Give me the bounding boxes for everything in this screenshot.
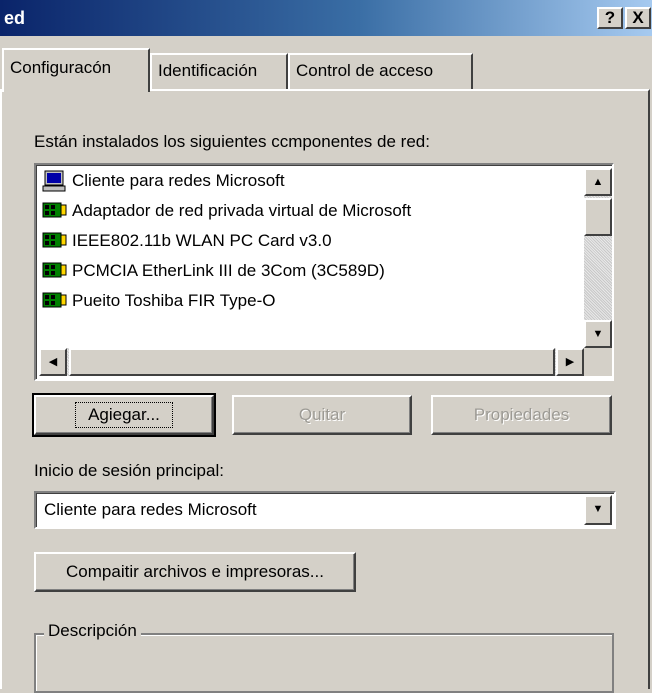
network-card-icon [42, 230, 68, 252]
description-group [34, 633, 614, 693]
network-card-icon [42, 260, 68, 282]
tab-configuracion[interactable]: Configuracón [2, 48, 150, 92]
scroll-thumb[interactable] [584, 198, 612, 236]
scroll-left-icon[interactable]: ◀ [39, 348, 67, 376]
list-item-fir-port[interactable]: Pueito Toshiba FIR Type-O [42, 290, 275, 316]
logon-label: Inicio de sesión principal: [34, 461, 224, 480]
help-button[interactable]: ? [597, 7, 623, 29]
scroll-thumb-horizontal[interactable] [69, 348, 555, 376]
vertical-scrollbar[interactable]: ▲ ▼ [584, 168, 612, 348]
tab-identificacion[interactable]: Identificación [150, 53, 288, 89]
chevron-down-icon[interactable]: ▼ [584, 495, 612, 525]
scroll-right-icon[interactable]: ▶ [556, 348, 584, 376]
title-bar: ed ? X [0, 0, 652, 36]
logon-select-value: Cliente para redes Microsoft [44, 500, 257, 519]
window-title: ed [4, 8, 26, 28]
scroll-up-icon[interactable]: ▲ [584, 168, 612, 196]
tab-label: Identificación [158, 61, 258, 80]
list-item-label: PCMCIA EtherLink III de 3Com (3C589D) [72, 261, 385, 280]
list-item-label: Pueito Toshiba FIR Type-O [72, 291, 276, 310]
components-label: Están instalados los siguientes ccmponen… [34, 132, 430, 151]
list-item-client[interactable]: Cliente para redes Microsoft [42, 170, 285, 196]
network-card-icon [42, 200, 68, 222]
list-item-wlan[interactable]: IEEE802.11b WLAN PC Card v3.0 [42, 230, 332, 256]
scrollbar-corner [584, 348, 612, 376]
list-item-vpn-adapter[interactable]: Adaptador de red privada virtual de Micr… [42, 200, 411, 226]
list-item-label: IEEE802.11b WLAN PC Card v3.0 [72, 231, 332, 250]
components-list[interactable]: Cliente para redes Microsoft Adaptador d… [34, 163, 614, 381]
close-button[interactable]: X [625, 7, 651, 29]
list-item-label: Adaptador de red privada virtual de Micr… [72, 201, 412, 220]
remove-button[interactable]: Quitar [232, 395, 412, 435]
properties-button[interactable]: Propiedades [431, 395, 612, 435]
tab-control-acceso[interactable]: Control de acceso [288, 53, 473, 89]
list-item-label: Cliente para redes Microsoft [72, 171, 285, 190]
share-files-printers-button[interactable]: Compaitir archivos e impresoras... [34, 552, 356, 592]
list-item-etherlink[interactable]: PCMCIA EtherLink III de 3Com (3C589D) [42, 260, 385, 286]
add-button[interactable]: Agiegar... [32, 393, 216, 437]
add-button-label: Agiegar... [75, 402, 173, 428]
tab-label: Control de acceso [296, 61, 434, 80]
description-label: Descripción [44, 621, 141, 641]
tab-label: Configuracón [10, 58, 112, 77]
horizontal-scrollbar[interactable]: ◀ ▶ [39, 348, 584, 376]
scroll-down-icon[interactable]: ▼ [584, 320, 612, 348]
client-computer-icon [42, 170, 68, 192]
logon-select[interactable]: Cliente para redes Microsoft ▼ [34, 491, 616, 529]
network-card-icon [42, 290, 68, 312]
